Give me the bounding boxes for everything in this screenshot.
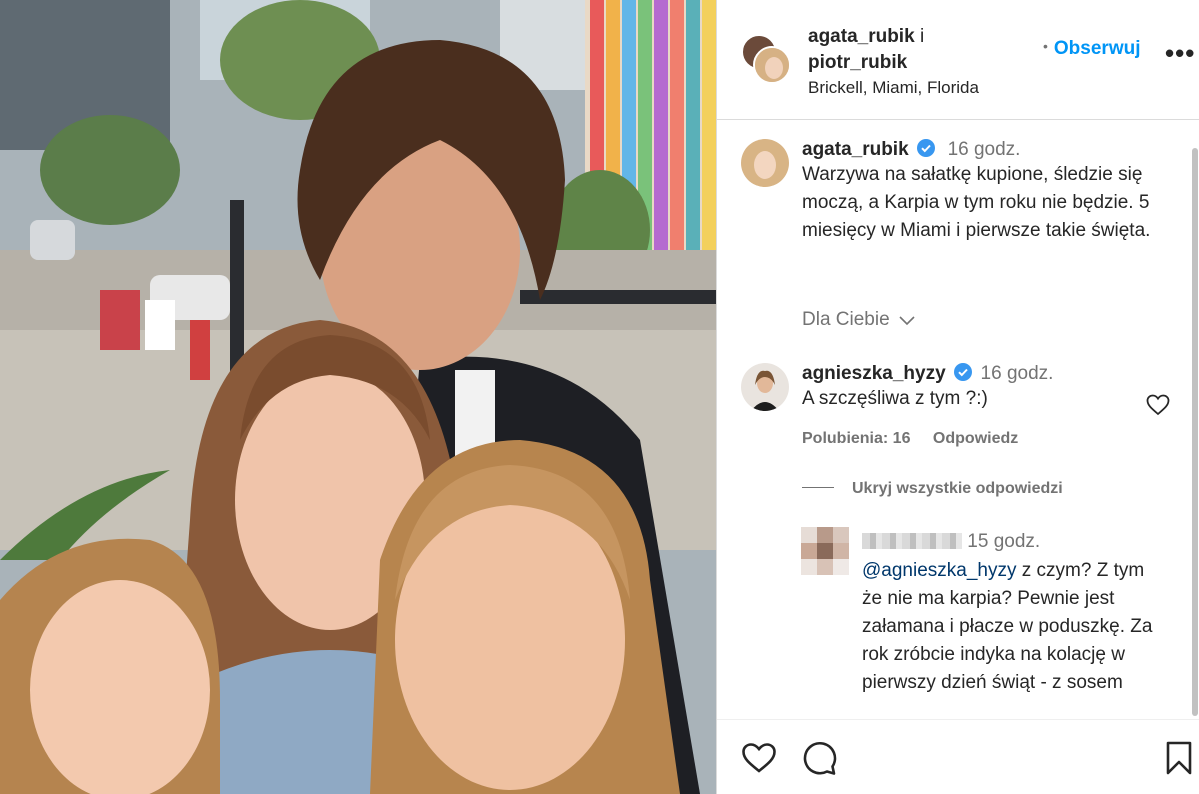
chevron-down-icon xyxy=(899,316,915,326)
selfie-illustration xyxy=(0,0,716,794)
replies-divider xyxy=(802,487,834,488)
post-side-panel: agata_rubik i piotr_rubik Brickell, Miam… xyxy=(716,0,1199,794)
comment-icon[interactable] xyxy=(801,741,837,775)
post-location[interactable]: Brickell, Miami, Florida xyxy=(808,78,979,98)
comment-meta: Polubienia: 16 Odpowiedz xyxy=(802,430,1036,448)
post-actions-bar xyxy=(717,719,1199,794)
bookmark-icon[interactable] xyxy=(1165,740,1193,776)
hide-replies-button[interactable]: Ukryj wszystkie odpowiedzi xyxy=(802,480,1063,498)
author-username[interactable]: agata_rubik xyxy=(808,26,915,47)
pixelated-avatar-image xyxy=(801,527,849,575)
avatar-image xyxy=(741,139,789,187)
verified-icon xyxy=(954,363,973,381)
comment: agnieszka_hyzy 16 godz. A szczęśliwa z t… xyxy=(802,363,1182,413)
avatar-image xyxy=(741,363,789,411)
comment-time[interactable]: 16 godz. xyxy=(981,363,1054,384)
caption-avatar[interactable] xyxy=(741,139,789,187)
reply-header: 15 godz. xyxy=(862,531,1040,553)
post-photo[interactable] xyxy=(0,0,716,794)
separator-dot: • xyxy=(1043,38,1048,54)
caption: agata_rubik 16 godz. Warzywa na sałatkę … xyxy=(802,139,1182,245)
hide-replies-label: Ukryj wszystkie odpowiedzi xyxy=(852,480,1063,497)
reply-avatar-blurred[interactable] xyxy=(801,527,849,575)
comments-scrollbar[interactable] xyxy=(1192,148,1198,716)
post-header: agata_rubik i piotr_rubik Brickell, Miam… xyxy=(717,0,1199,120)
coauthor-username[interactable]: piotr_rubik xyxy=(808,52,907,73)
caption-username[interactable]: agata_rubik xyxy=(802,139,909,160)
for-you-dropdown[interactable]: Dla Ciebie xyxy=(802,309,915,331)
heart-icon[interactable] xyxy=(741,742,777,774)
comment-likes[interactable]: Polubienia: 16 xyxy=(802,430,910,447)
authors-conjunction: i xyxy=(919,26,925,47)
verified-icon xyxy=(917,139,936,157)
comment-reply-button[interactable]: Odpowiedz xyxy=(933,430,1018,447)
caption-text: Warzywa na sałatkę kupione, śledzie się … xyxy=(802,164,1151,241)
for-you-label: Dla Ciebie xyxy=(802,309,890,330)
comments-section[interactable]: agata_rubik 16 godz. Warzywa na sałatkę … xyxy=(717,121,1199,719)
caption-time[interactable]: 16 godz. xyxy=(948,139,1021,160)
reply-text: @agnieszka_hyzy z czym? Z tym że nie ma … xyxy=(862,557,1162,697)
avatar-image xyxy=(755,48,789,82)
post-authors[interactable]: agata_rubik i piotr_rubik xyxy=(808,24,924,76)
comment-avatar[interactable] xyxy=(741,363,789,411)
follow-label: Obserwuj xyxy=(1053,38,1141,59)
comment-text: A szczęśliwa z tym ?:) xyxy=(802,388,988,409)
follow-button[interactable]: • Obserwuj xyxy=(1043,38,1140,60)
reply-time[interactable]: 15 godz. xyxy=(967,531,1040,552)
comment-username[interactable]: agnieszka_hyzy xyxy=(802,363,946,384)
reply-username-blurred[interactable] xyxy=(862,533,962,549)
reply-mention-link[interactable]: @agnieszka_hyzy xyxy=(862,560,1016,581)
avatar-agata[interactable] xyxy=(753,46,791,84)
more-options-button[interactable]: ••• xyxy=(1165,40,1195,66)
like-comment-heart-icon[interactable] xyxy=(1146,394,1170,416)
